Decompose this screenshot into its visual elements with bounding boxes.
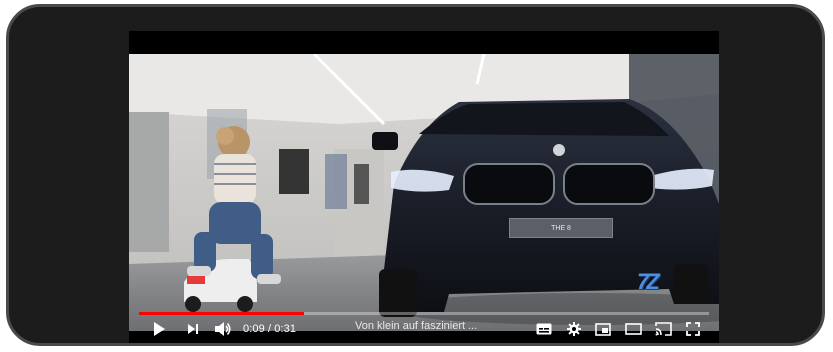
license-plate: THE 8: [509, 218, 613, 238]
phone-frame: THE 8 7Z 0:09 / 0:31 Von klein auf faszi…: [6, 4, 825, 346]
play-icon[interactable]: [151, 319, 167, 339]
time-display: 0:09 / 0:31: [243, 323, 296, 335]
theater-icon[interactable]: [623, 319, 643, 339]
progress-bar[interactable]: [139, 312, 709, 315]
volume-icon[interactable]: [213, 319, 233, 339]
next-icon[interactable]: [185, 319, 201, 339]
subtitles-icon[interactable]: [535, 319, 553, 339]
video-scene: [129, 54, 719, 331]
video-title: Von klein auf fasziniert ...: [355, 320, 478, 332]
time-separator: /: [264, 323, 275, 335]
fullscreen-icon[interactable]: [683, 319, 703, 339]
progress-played: [139, 312, 305, 315]
settings-icon[interactable]: [565, 319, 583, 339]
duration: 0:31: [274, 323, 297, 335]
miniplayer-icon[interactable]: [593, 319, 613, 339]
video-frame[interactable]: THE 8 7Z: [129, 54, 719, 331]
player-controls: 0:09 / 0:31 Von klein auf fasziniert ...: [129, 309, 719, 343]
video-player[interactable]: THE 8 7Z 0:09 / 0:31 Von klein auf faszi…: [129, 31, 719, 343]
cast-icon[interactable]: [653, 319, 673, 339]
current-time: 0:09: [243, 323, 265, 335]
channel-watermark: 7Z: [637, 269, 660, 294]
